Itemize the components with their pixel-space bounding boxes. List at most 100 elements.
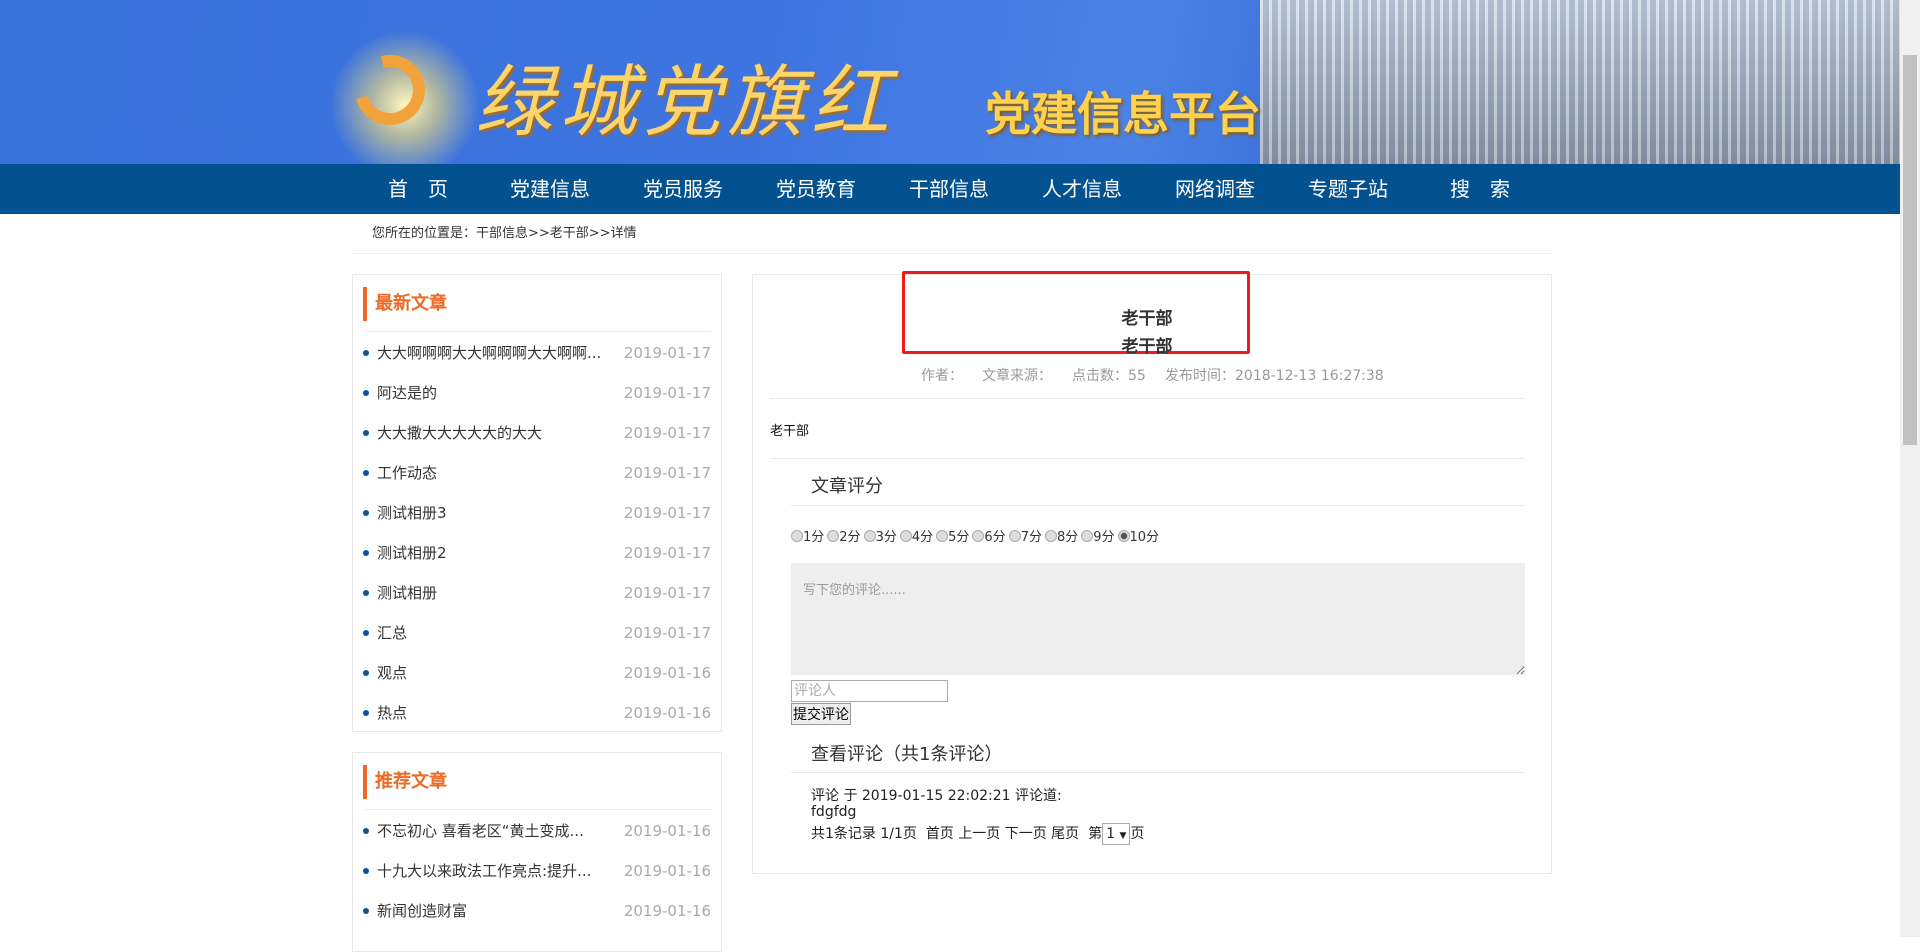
article-link[interactable]: 测试相册2 [377, 533, 617, 573]
meta-published: 发布时间：2018-12-13 16:27:38 [1165, 368, 1384, 384]
article-body: 老干部 [770, 424, 810, 439]
bullet-icon [363, 510, 369, 516]
rating-radio[interactable] [936, 530, 949, 542]
bullet-icon [363, 670, 369, 676]
rating-radio[interactable] [1081, 530, 1094, 542]
meta-clicks: 点击数：55 [1072, 368, 1146, 384]
rating-label[interactable]: 4分 [912, 530, 933, 545]
bullet-icon [363, 630, 369, 636]
nav-subsites[interactable]: 专题子站 [1303, 164, 1393, 214]
article-link[interactable]: 十九大以来政法工作亮点:提升... [377, 851, 617, 891]
rating-radio[interactable] [1117, 530, 1130, 542]
dropdown-arrow-icon: ▼ [1119, 831, 1127, 841]
rating-label[interactable]: 2分 [839, 530, 860, 545]
article-list-item[interactable]: 大大撒大大大大大的大大 2019-01-17 [363, 413, 711, 453]
article-date: 2019-01-17 [623, 344, 711, 362]
page-select[interactable]: 1 ▼ [1102, 823, 1131, 845]
article-link[interactable]: 新闻创造财富 [377, 891, 617, 931]
commenter-name-input[interactable] [791, 680, 948, 702]
comment-header: 评论 于 2019-01-15 22:02:21 评论道: [811, 788, 1062, 804]
rating-label[interactable]: 8分 [1057, 530, 1078, 545]
rating-label[interactable]: 1分 [803, 530, 824, 545]
pager-first[interactable]: 首页 [926, 826, 954, 842]
article-link[interactable]: 不忘初心 喜看老区“黄土变成... [377, 811, 617, 851]
nav-survey[interactable]: 网络调查 [1170, 164, 1260, 214]
nav-home[interactable]: 首 页 [383, 164, 453, 214]
nav-talent-info[interactable]: 人才信息 [1037, 164, 1127, 214]
rating-label[interactable]: 3分 [876, 530, 897, 545]
article-link[interactable]: 汇总 [377, 613, 617, 653]
rating-radio[interactable] [899, 530, 912, 542]
article-list-item[interactable]: 不忘初心 喜看老区“黄土变成... 2019-01-16 [363, 811, 711, 851]
nav-cadre-info[interactable]: 干部信息 [904, 164, 994, 214]
latest-articles-panel: 最新文章 大大啊啊啊大大啊啊啊大大啊啊... 2019-01-17 阿达是的 2019… [352, 274, 722, 732]
rating-label[interactable]: 9分 [1093, 530, 1114, 545]
article-list-item[interactable]: 大大啊啊啊大大啊啊啊大大啊啊... 2019-01-17 [363, 333, 711, 373]
rating-radio[interactable] [1008, 530, 1021, 542]
highlight-box [902, 271, 1250, 354]
nav-search[interactable]: 搜 索 [1445, 164, 1515, 214]
pager-summary: 共1条记录 1/1页 [811, 826, 917, 842]
breadcrumb[interactable]: 您所在的位置是：干部信息>>老干部>>详情 [372, 224, 637, 244]
article-list-item[interactable]: 新闻创造财富 2019-01-16 [363, 891, 711, 931]
comment-text: fdgfdg [811, 804, 857, 820]
page-select-value: 1 [1106, 826, 1115, 842]
nav-member-education[interactable]: 党员教育 [771, 164, 861, 214]
rating-radio[interactable] [827, 530, 840, 542]
pager-next[interactable]: 下一页 [1005, 826, 1047, 842]
site-banner: 绿城党旗红 党建信息平台 [0, 0, 1900, 164]
bullet-icon [363, 710, 369, 716]
comment-textarea[interactable] [791, 563, 1525, 675]
article-date: 2019-01-17 [623, 624, 711, 642]
comments-heading: 查看评论（共1条评论） [811, 744, 1003, 765]
article-link[interactable]: 工作动态 [377, 453, 617, 493]
nav-member-service[interactable]: 党员服务 [638, 164, 728, 214]
article-list-item[interactable]: 热点 2019-01-16 [363, 693, 711, 733]
article-date: 2019-01-16 [623, 704, 711, 722]
bullet-icon [363, 550, 369, 556]
rating-radio[interactable] [1044, 530, 1057, 542]
article-list-item[interactable]: 测试相册3 2019-01-17 [363, 493, 711, 533]
article-link[interactable]: 测试相册3 [377, 493, 617, 533]
article-link[interactable]: 阿达是的 [377, 373, 617, 413]
article-link[interactable]: 测试相册 [377, 573, 617, 613]
scrollbar-thumb[interactable] [1903, 55, 1917, 445]
pager-prev[interactable]: 上一页 [958, 826, 1000, 842]
article-link[interactable]: 热点 [377, 693, 617, 733]
rating-label[interactable]: 6分 [984, 530, 1005, 545]
rating-radio[interactable] [863, 530, 876, 542]
article-list-item[interactable]: 观点 2019-01-16 [363, 653, 711, 693]
article-date: 2019-01-16 [623, 664, 711, 682]
article-date: 2019-01-17 [623, 384, 711, 402]
rating-label[interactable]: 5分 [948, 530, 969, 545]
rating-label[interactable]: 10分 [1130, 530, 1160, 545]
meta-author: 作者： [921, 368, 963, 384]
site-title: 绿城党旗红 [475, 58, 896, 148]
bullet-icon [363, 430, 369, 436]
article-list-item[interactable]: 工作动态 2019-01-17 [363, 453, 711, 493]
rating-label[interactable]: 7分 [1021, 530, 1042, 545]
article-list-item[interactable]: 汇总 2019-01-17 [363, 613, 711, 653]
submit-comment-button[interactable]: 提交评论 [791, 703, 851, 725]
bullet-icon [363, 908, 369, 914]
main-nav: 首 页 党建信息 党员服务 党员教育 干部信息 人才信息 网络调查 专题子站 搜… [0, 164, 1900, 214]
nav-party-info[interactable]: 党建信息 [505, 164, 595, 214]
article-link[interactable]: 大大啊啊啊大大啊啊啊大大啊啊... [377, 333, 617, 373]
building-image [1260, 0, 1900, 164]
rating-options: 1分 2分 3分 4分 5分 6分 7分 8分 9分 10分 [791, 526, 1162, 545]
article-date: 2019-01-17 [623, 584, 711, 602]
latest-articles-title: 最新文章 [363, 287, 447, 321]
article-list-item[interactable]: 测试相册2 2019-01-17 [363, 533, 711, 573]
article-link[interactable]: 观点 [377, 653, 617, 693]
pager-last[interactable]: 尾页 [1051, 826, 1079, 842]
article-link[interactable]: 大大撒大大大大大的大大 [377, 413, 617, 453]
article-list-item[interactable]: 十九大以来政法工作亮点:提升... 2019-01-16 [363, 851, 711, 891]
article-list-item[interactable]: 阿达是的 2019-01-17 [363, 373, 711, 413]
article-list-item[interactable]: 测试相册 2019-01-17 [363, 573, 711, 613]
rating-radio[interactable] [972, 530, 985, 542]
site-subtitle: 党建信息平台 [985, 87, 1261, 141]
pager-page-suffix: 页 [1130, 826, 1145, 842]
article-date: 2019-01-17 [623, 544, 711, 562]
rating-radio[interactable] [791, 530, 803, 542]
bullet-icon [363, 470, 369, 476]
